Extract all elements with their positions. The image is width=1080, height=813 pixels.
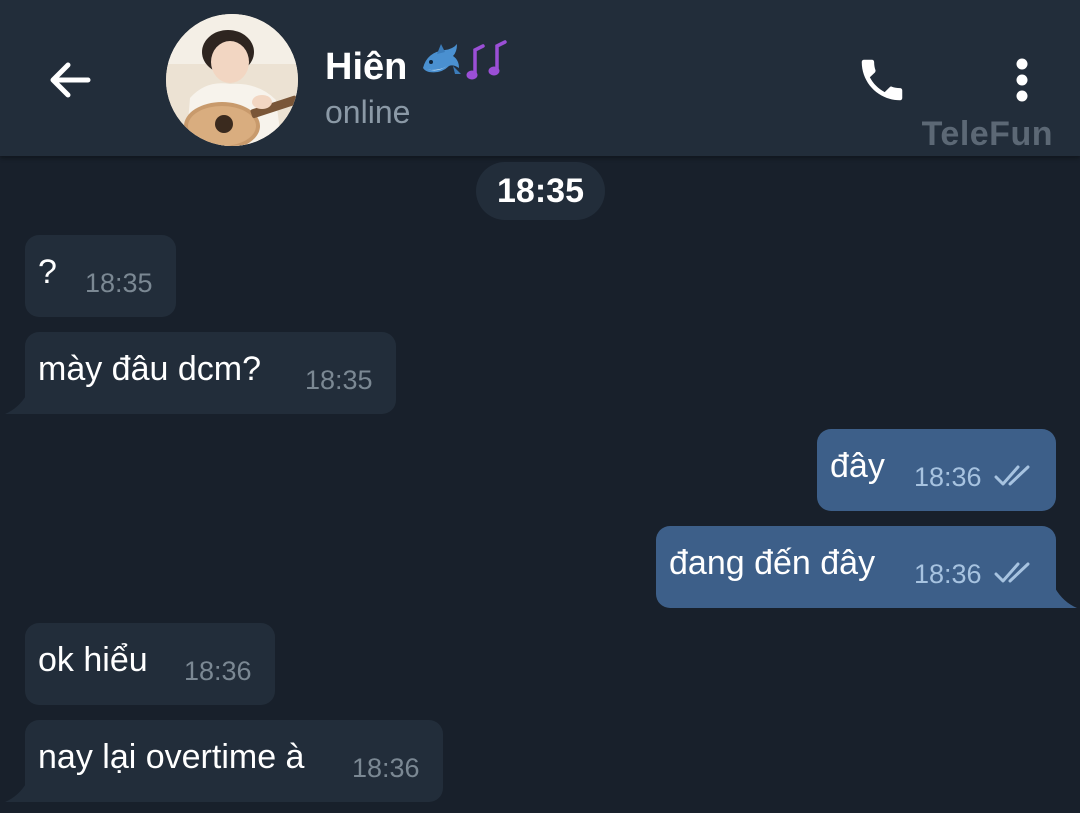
bubble-tail xyxy=(5,394,27,414)
avatar-photo xyxy=(166,14,298,146)
bubble-tail xyxy=(1055,588,1077,608)
double-check-icon xyxy=(994,562,1030,583)
message-time: 18:36 xyxy=(914,559,982,589)
contact-name-label: Hiên xyxy=(325,45,408,88)
message-time: 18:36 xyxy=(184,656,252,686)
more-options-button[interactable] xyxy=(994,52,1050,108)
message-time: 18:36 xyxy=(914,462,982,492)
message-bubble-incoming[interactable]: ok hiểu 18:36 xyxy=(25,623,275,705)
message-bubble-outgoing[interactable]: đây 18:36 xyxy=(817,429,1056,511)
message-text: nay lại overtime à xyxy=(38,738,305,776)
message-time: 18:36 xyxy=(352,753,420,783)
message-time: 18:35 xyxy=(305,365,373,395)
presence-status: online xyxy=(325,94,411,130)
message-text: ? xyxy=(38,253,57,291)
message-bubble-incoming[interactable]: ? 18:35 xyxy=(25,235,176,317)
phone-icon xyxy=(861,59,903,101)
message-bubble-incoming[interactable]: nay lại overtime à 18:36 xyxy=(25,720,443,802)
message-time: 18:35 xyxy=(85,268,153,298)
back-button[interactable] xyxy=(38,48,102,112)
arrow-left-icon xyxy=(50,62,91,98)
call-button[interactable] xyxy=(850,48,914,112)
contact-name[interactable]: Hiên xyxy=(325,40,511,94)
message-text: đang đến đây xyxy=(669,544,876,582)
dolphin-icon xyxy=(419,40,463,94)
watermark: TeleFun xyxy=(921,115,1053,153)
chat-screen: Hiên online TeleFun 18:35 ? 18:35 mày đâ… xyxy=(0,0,1080,813)
date-chip: 18:35 xyxy=(476,162,605,220)
chat-header: Hiên online TeleFun xyxy=(0,0,1080,156)
message-text: đây xyxy=(830,447,885,485)
music-notes-icon xyxy=(465,40,511,94)
message-bubble-outgoing[interactable]: đang đến đây 18:36 xyxy=(656,526,1056,608)
message-text: mày đâu dcm? xyxy=(38,350,261,388)
message-bubble-incoming[interactable]: mày đâu dcm? 18:35 xyxy=(25,332,396,414)
bubble-tail xyxy=(5,782,27,802)
avatar[interactable] xyxy=(166,14,298,146)
message-text: ok hiểu xyxy=(38,641,148,679)
double-check-icon xyxy=(994,465,1030,486)
more-vertical-icon xyxy=(1016,58,1028,102)
